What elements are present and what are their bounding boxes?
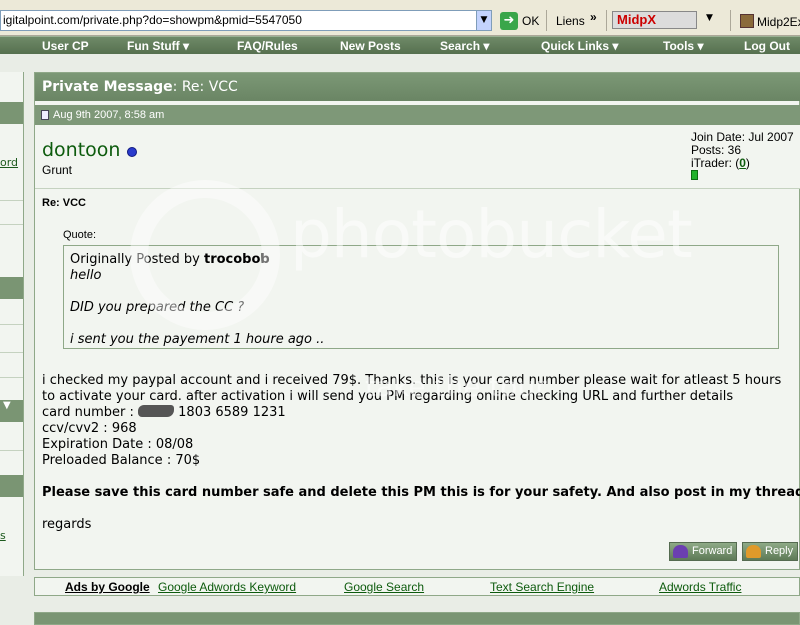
itrader-close: ) <box>745 156 750 170</box>
quote-author-prefix: Originally Posted by <box>70 252 200 267</box>
ads-bar: Ads by Google Google Adwords Keyword Goo… <box>34 577 800 596</box>
ad-link[interactable]: Google Adwords Keyword <box>158 580 296 594</box>
sidebar-divider <box>0 450 23 451</box>
user-stats: Join Date: Jul 2007 Posts: 36 iTrader: (… <box>691 131 794 170</box>
forum-navbar: User CP Fun Stuff ▾ FAQ/Rules New Posts … <box>0 36 800 54</box>
title-subject: : Re: VCC <box>172 79 238 95</box>
itrader-score-link[interactable]: 0 <box>739 156 746 170</box>
browser-address-bar: igitalpoint.com/private.php?do=showpm&pm… <box>0 0 800 36</box>
quote-author: trocobob <box>203 252 270 267</box>
sidebar-header <box>0 475 23 497</box>
user-info-row: dontoon Grunt Join Date: Jul 2007 Posts:… <box>35 125 800 189</box>
next-panel-header <box>34 612 800 625</box>
nav-search[interactable]: Search ▾ <box>440 39 489 53</box>
url-dropdown-icon[interactable]: ▼ <box>476 11 491 30</box>
nav-user-cp[interactable]: User CP <box>42 39 89 53</box>
quote-line: i sent you the payement 1 houre ago .. <box>70 332 325 347</box>
midpx-dropdown-icon[interactable]: ▼ <box>706 13 713 23</box>
page-title: Private Message: Re: VCC <box>35 73 800 101</box>
balance-line: Preloaded Balance : 70$ <box>42 453 201 468</box>
sidebar-divider <box>0 377 23 378</box>
sidebar-link-fragment[interactable]: s <box>0 529 6 542</box>
nav-fun-stuff[interactable]: Fun Stuff ▾ <box>127 39 189 53</box>
ads-label[interactable]: Ads by Google <box>65 580 150 594</box>
private-message-panel: Private Message: Re: VCC Aug 9th 2007, 8… <box>34 72 800 570</box>
midp2exe-icon <box>740 14 754 28</box>
ad-link[interactable]: Adwords Traffic <box>659 580 741 594</box>
expiration-line: Expiration Date : 08/08 <box>42 437 194 452</box>
quote-label: Quote: <box>63 229 97 241</box>
toolbar-divider <box>606 10 607 31</box>
toolbar-divider <box>546 10 547 31</box>
go-arrow-icon[interactable]: ➜ <box>500 12 518 30</box>
ccv-line: ccv/cvv2 : 968 <box>42 421 137 436</box>
ad-link[interactable]: Google Search <box>344 580 424 594</box>
sidebar-link-fragment[interactable]: ord <box>0 156 18 169</box>
card-number-digits: 1803 6589 1231 <box>178 405 286 420</box>
nav-quick-links[interactable]: Quick Links ▾ <box>541 39 618 53</box>
body-line: i checked my paypal account and i receiv… <box>42 373 782 388</box>
ad-link[interactable]: Text Search Engine <box>490 580 594 594</box>
collapse-triangle-icon[interactable]: ▼ <box>3 400 11 411</box>
online-status-icon <box>127 147 137 157</box>
redacted-mark <box>138 405 175 417</box>
reputation-icon <box>691 170 698 180</box>
left-sidebar: ord ▼ s <box>0 72 24 576</box>
forward-button[interactable]: Forward <box>669 542 738 561</box>
user-title: Grunt <box>42 163 73 177</box>
message-body: i checked my paypal account and i receiv… <box>42 373 800 533</box>
toolbar-divider <box>730 10 731 31</box>
post-icon <box>41 110 49 120</box>
nav-new-posts[interactable]: New Posts <box>340 39 401 53</box>
sidebar-header: ▼ <box>0 400 23 422</box>
quote-line: hello <box>70 268 102 283</box>
warning-text: Please save this card number safe and de… <box>42 485 800 500</box>
sidebar-header <box>0 102 23 124</box>
reply-label: Reply <box>765 545 794 557</box>
message-subject: Re: VCC <box>42 197 87 209</box>
sidebar-divider <box>0 224 23 225</box>
itrader-line: iTrader: (0) <box>691 157 794 170</box>
nav-faq-rules[interactable]: FAQ/Rules <box>237 39 298 53</box>
links-toolbar-label[interactable]: Liens <box>556 14 585 28</box>
midp2exe-link[interactable]: Midp2Exe <box>740 14 800 29</box>
more-links-chevron[interactable]: » <box>590 10 597 24</box>
regards-text: regards <box>42 517 92 532</box>
post-date-bar: Aug 9th 2007, 8:58 am <box>35 105 800 125</box>
reply-icon <box>746 545 761 558</box>
username-link[interactable]: dontoon <box>42 139 120 161</box>
url-field[interactable]: igitalpoint.com/private.php?do=showpm&pm… <box>0 10 492 31</box>
midpx-toolbar-button[interactable]: MidpX <box>612 11 697 29</box>
card-number-label: card number : <box>42 405 134 420</box>
body-line: to activate your card. after activation … <box>42 389 734 404</box>
sidebar-divider <box>0 352 23 353</box>
sidebar-divider <box>0 200 23 201</box>
go-button[interactable]: OK <box>522 14 539 28</box>
quote-block: Originally Posted by trocobob hello DID … <box>63 245 779 349</box>
nav-tools[interactable]: Tools ▾ <box>663 39 703 53</box>
reply-button[interactable]: Reply <box>742 542 799 561</box>
quote-author-line: Originally Posted by trocobob <box>70 252 270 267</box>
midp2exe-label: Midp2Exe <box>757 15 800 29</box>
sidebar-divider <box>0 324 23 325</box>
forward-icon <box>673 545 688 558</box>
card-number-line: card number : 1803 6589 1231 <box>42 405 794 421</box>
nav-log-out[interactable]: Log Out <box>744 39 790 53</box>
title-prefix: Private Message <box>42 79 173 95</box>
post-date: Aug 9th 2007, 8:58 am <box>53 109 165 121</box>
quote-line: DID you prepared the CC ? <box>70 300 245 315</box>
sidebar-header <box>0 277 23 299</box>
forward-label: Forward <box>692 545 733 557</box>
itrader-label: iTrader: ( <box>691 156 740 170</box>
